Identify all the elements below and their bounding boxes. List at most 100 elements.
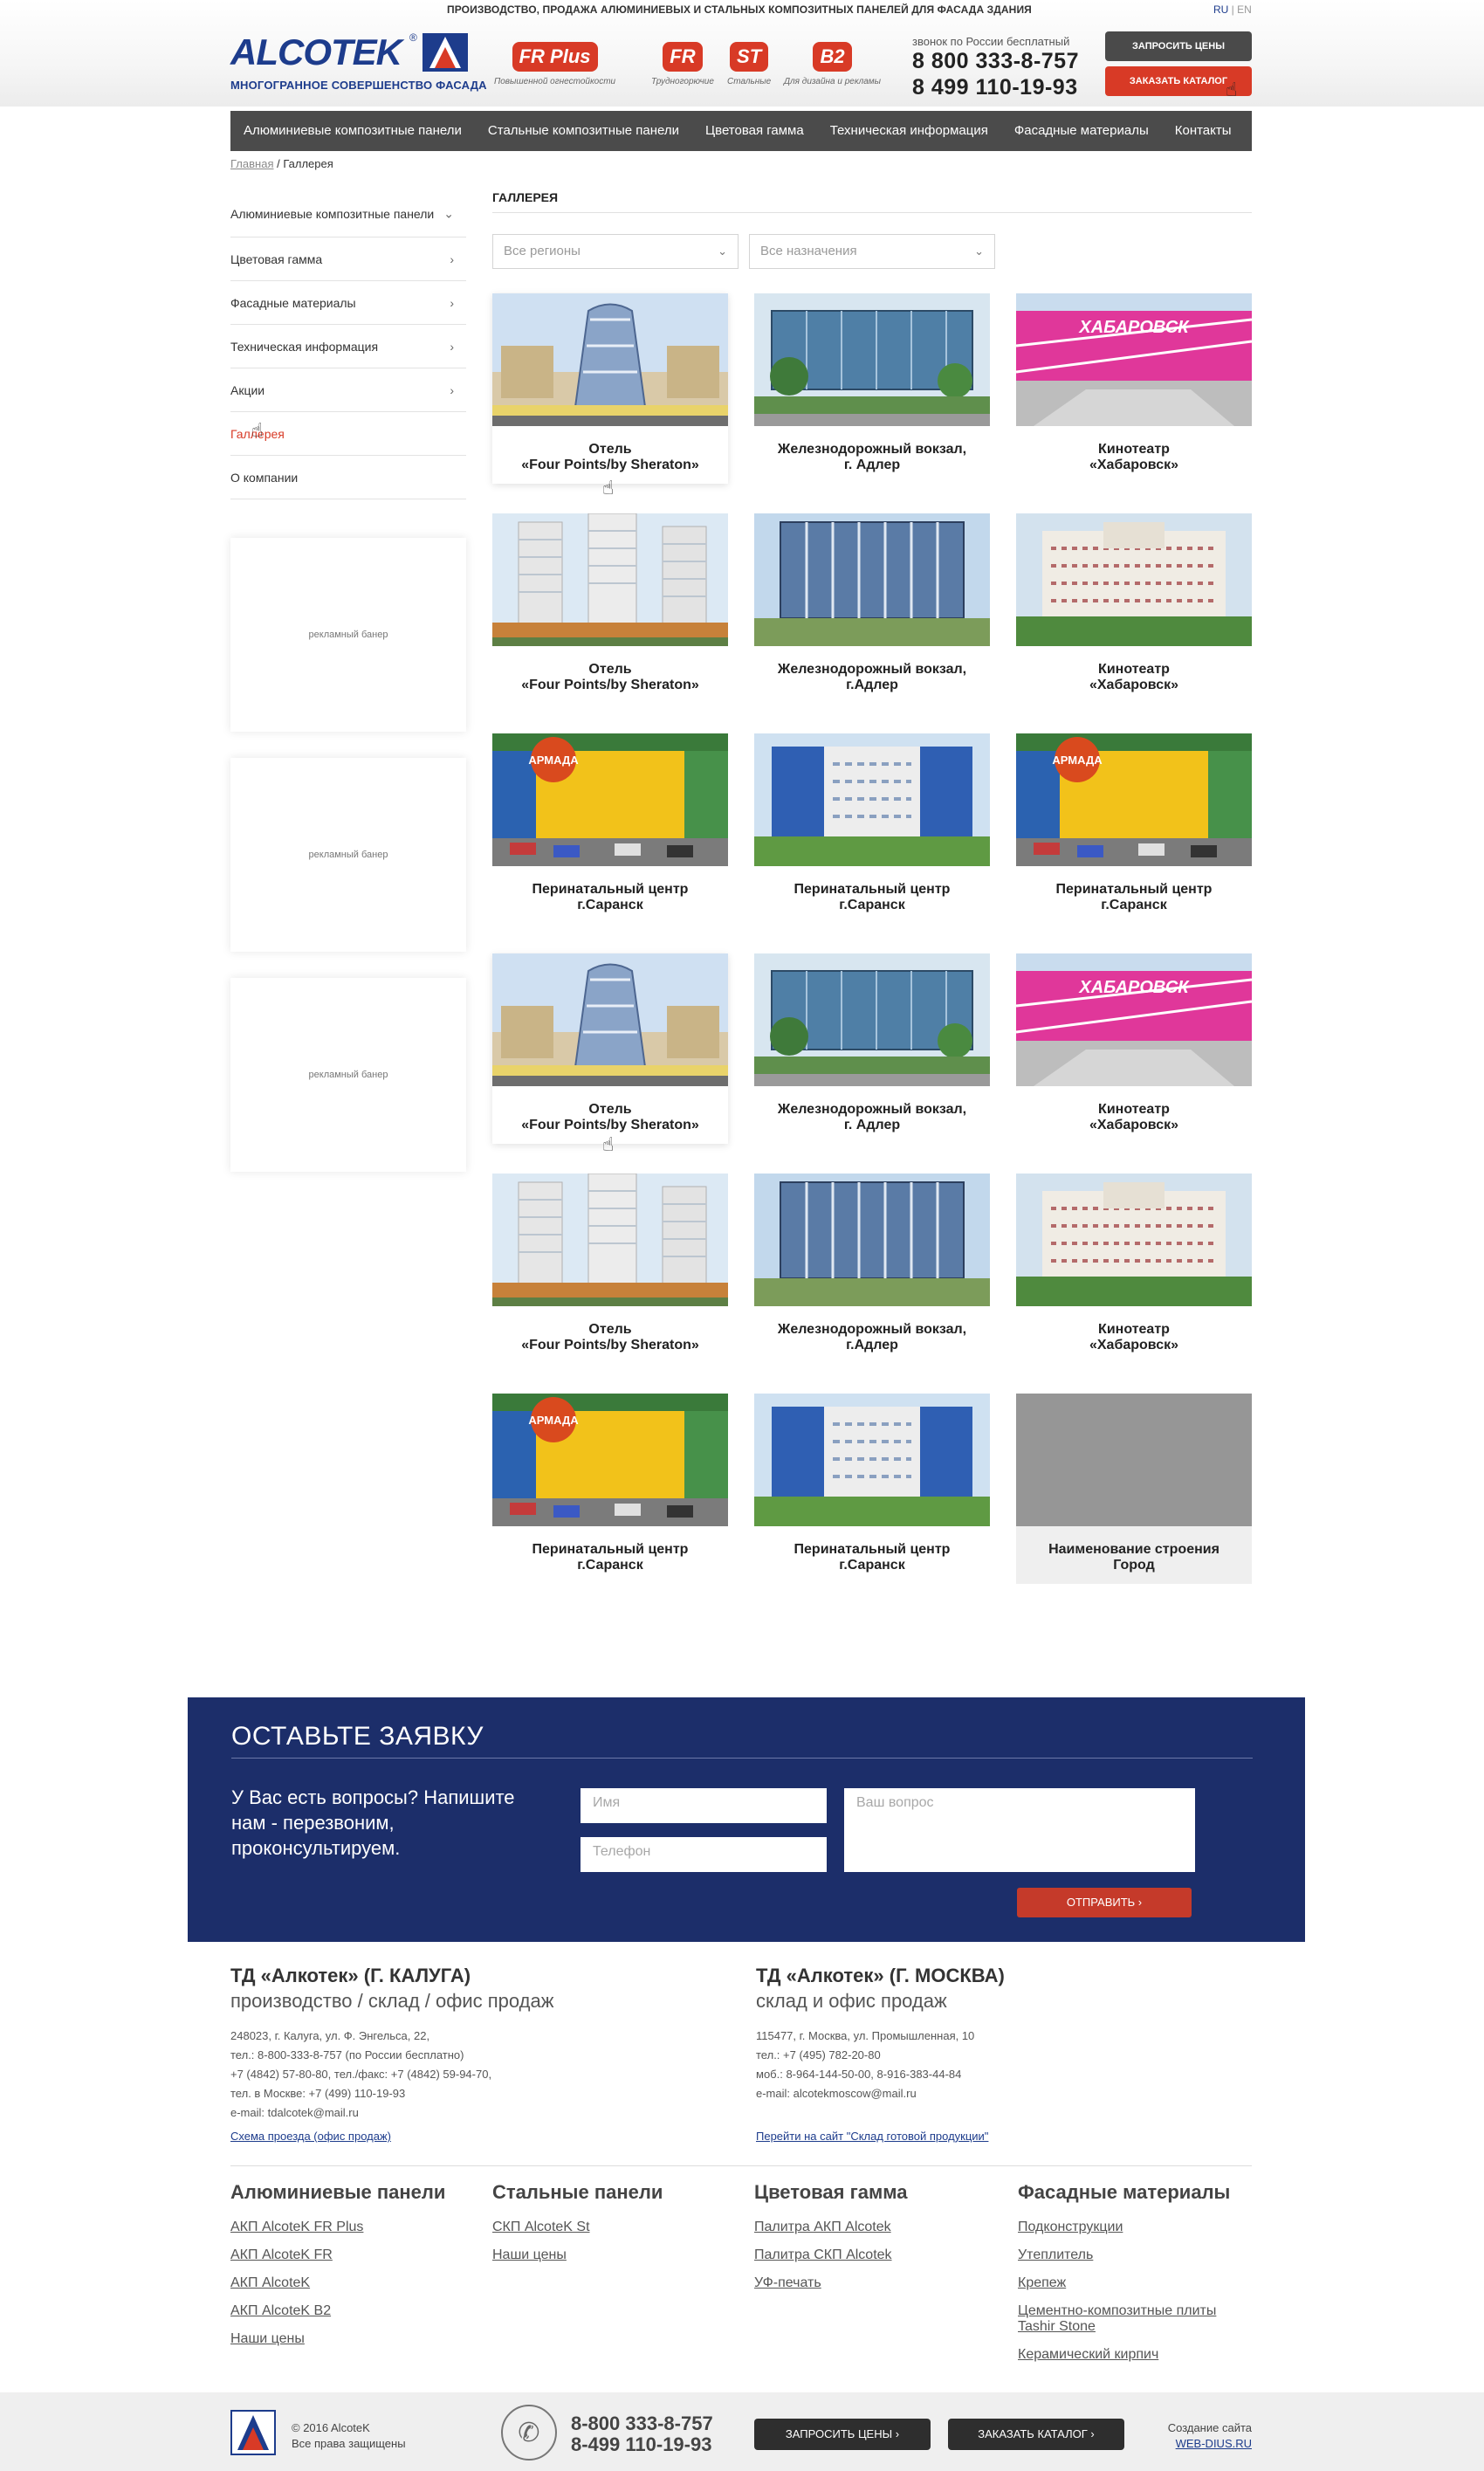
gallery-photo[interactable]: АРМАДА xyxy=(492,1394,728,1526)
gallery-caption[interactable]: Перинатальный центр г.Саранск xyxy=(492,1542,728,1573)
gallery-item[interactable]: Наименование строения Город xyxy=(1016,1394,1252,1584)
footer-phone[interactable]: 8-800 333-8-757 xyxy=(571,2413,713,2434)
gallery-caption[interactable]: Перинатальный центр г.Саранск xyxy=(754,882,990,913)
gallery-photo[interactable] xyxy=(492,293,728,426)
nav-item-tech[interactable]: Техническая информация xyxy=(817,111,1001,151)
gallery-item[interactable]: ХАБАРОВСК Кинотеатр «Хабаровск» xyxy=(1016,293,1252,484)
sidebar-item-colors[interactable]: Цветовая гамма › xyxy=(230,237,466,281)
question-textarea[interactable]: Ваш вопрос xyxy=(844,1788,1195,1872)
gallery-caption[interactable]: Перинатальный центр г.Саранск xyxy=(754,1542,990,1573)
region-select[interactable]: Все регионы ⌄ xyxy=(492,234,739,269)
gallery-item[interactable]: Отель «Four Points/by Sheraton» xyxy=(492,513,728,704)
gallery-item[interactable]: Отель «Four Points/by Sheraton» xyxy=(492,293,728,484)
gallery-item[interactable]: Железнодорожный вокзал, г. Адлер xyxy=(754,953,990,1144)
gallery-item[interactable]: Железнодорожный вокзал, г. Адлер xyxy=(754,293,990,484)
sidebar-item-aluminium[interactable]: Алюминиевые композитные панели ⌄ xyxy=(230,190,466,237)
nav-item-steel[interactable]: Стальные композитные панели xyxy=(475,111,692,151)
warehouse-site-link[interactable]: Перейти на сайт "Склад готовой продукции… xyxy=(756,2130,1245,2143)
gallery-photo[interactable] xyxy=(1016,513,1252,646)
gallery-item[interactable]: Кинотеатр «Хабаровск» xyxy=(1016,513,1252,704)
footer-link[interactable]: Палитра СКП Alcotek xyxy=(754,2247,1007,2263)
footer-link[interactable]: Цементно-композитные плиты Tashir Stone xyxy=(1018,2303,1254,2335)
gallery-caption[interactable]: Железнодорожный вокзал, г.Адлер xyxy=(754,662,990,693)
gallery-photo[interactable]: АРМАДА xyxy=(492,733,728,866)
footer-link[interactable]: АКП AlcoteK FR xyxy=(230,2247,484,2263)
gallery-photo[interactable] xyxy=(492,953,728,1086)
badge-fr[interactable]: FR Трудногорючие xyxy=(651,42,714,86)
badge-st[interactable]: ST Стальные xyxy=(727,42,771,86)
footer-link[interactable]: Наши цены xyxy=(230,2331,484,2347)
gallery-photo[interactable] xyxy=(492,513,728,646)
site-logo[interactable]: ALCOTEK ® МНОГОГРАННОЕ СОВЕРШЕНСТВО ФАСА… xyxy=(230,31,487,94)
gallery-item[interactable]: АРМАДА Перинатальный центр г.Саранск xyxy=(492,733,728,924)
footer-link[interactable]: АКП AlcoteK xyxy=(230,2275,484,2291)
badge-b2[interactable]: B2 Для дизайна и рекламы xyxy=(784,42,881,86)
gallery-caption[interactable]: Кинотеатр «Хабаровск» xyxy=(1016,662,1252,693)
gallery-photo[interactable] xyxy=(1016,1394,1252,1526)
gallery-caption[interactable]: Отель «Four Points/by Sheraton» xyxy=(492,1102,728,1133)
gallery-caption[interactable]: Отель «Four Points/by Sheraton» xyxy=(492,662,728,693)
footer-link[interactable]: Палитра АКП Alcotek xyxy=(754,2220,1007,2235)
footer-request-prices-button[interactable]: ЗАПРОСИТЬ ЦЕНЫ › xyxy=(754,2419,931,2450)
gallery-photo[interactable] xyxy=(754,1394,990,1526)
gallery-item[interactable]: Железнодорожный вокзал, г.Адлер xyxy=(754,513,990,704)
send-button[interactable]: ОТПРАВИТЬ › xyxy=(1017,1888,1192,1917)
gallery-item[interactable]: Кинотеатр «Хабаровск» xyxy=(1016,1174,1252,1364)
gallery-item[interactable]: Перинатальный центр г.Саранск xyxy=(754,1394,990,1584)
gallery-photo[interactable] xyxy=(492,1174,728,1306)
gallery-caption[interactable]: Кинотеатр «Хабаровск» xyxy=(1016,1322,1252,1353)
gallery-photo[interactable]: АРМАДА xyxy=(1016,733,1252,866)
nav-item-facade[interactable]: Фасадные материалы xyxy=(1001,111,1162,151)
nav-item-aluminium[interactable]: Алюминиевые композитные панели xyxy=(230,111,475,151)
gallery-item[interactable]: Перинатальный центр г.Саранск xyxy=(754,733,990,924)
gallery-caption[interactable]: Кинотеатр «Хабаровск» xyxy=(1016,1102,1252,1133)
gallery-photo[interactable] xyxy=(1016,1174,1252,1306)
footer-link[interactable]: СКП AlcoteK St xyxy=(492,2220,745,2235)
gallery-caption[interactable]: Отель «Four Points/by Sheraton» xyxy=(492,1322,728,1353)
gallery-caption[interactable]: Отель «Four Points/by Sheraton» xyxy=(492,442,728,473)
nav-item-contacts[interactable]: Контакты xyxy=(1162,111,1245,151)
footer-link[interactable]: Утеплитель xyxy=(1018,2247,1254,2263)
phone-moscow[interactable]: 8 499 110-19-93 xyxy=(912,74,1079,100)
developer-link[interactable]: WEB-DIUS.RU xyxy=(1176,2437,1252,2450)
nav-item-colors[interactable]: Цветовая гамма xyxy=(692,111,817,151)
phone-free[interactable]: 8 800 333-8-757 xyxy=(912,48,1079,74)
gallery-photo[interactable] xyxy=(754,1174,990,1306)
gallery-photo[interactable] xyxy=(754,513,990,646)
gallery-photo[interactable]: ХАБАРОВСК xyxy=(1016,953,1252,1086)
footer-link[interactable]: Крепеж xyxy=(1018,2275,1254,2291)
gallery-photo[interactable] xyxy=(754,293,990,426)
ad-banner[interactable]: рекламный банер xyxy=(230,978,466,1172)
footer-link[interactable]: УФ-печать xyxy=(754,2275,1007,2291)
phone-input[interactable]: Телефон xyxy=(581,1837,827,1872)
sidebar-item-gallery[interactable]: Галлерея xyxy=(230,412,466,456)
gallery-caption[interactable]: Железнодорожный вокзал, г. Адлер xyxy=(754,1102,990,1133)
gallery-caption[interactable]: Перинатальный центр г.Саранск xyxy=(492,882,728,913)
footer-link[interactable]: АКП AlcoteK B2 xyxy=(230,2303,484,2319)
footer-link[interactable]: АКП AlcoteK FR Plus xyxy=(230,2220,484,2235)
name-input[interactable]: Имя xyxy=(581,1788,827,1823)
sidebar-item-promo[interactable]: Акции › xyxy=(230,368,466,412)
sidebar-item-facade[interactable]: Фасадные материалы › xyxy=(230,281,466,325)
sidebar-item-tech[interactable]: Техническая информация › xyxy=(230,325,466,368)
gallery-item[interactable]: Отель «Four Points/by Sheraton» xyxy=(492,953,728,1144)
route-map-link[interactable]: Схема проезда (офис продаж) xyxy=(230,2130,719,2143)
gallery-item[interactable]: Железнодорожный вокзал, г.Адлер xyxy=(754,1174,990,1364)
gallery-photo[interactable]: ХАБАРОВСК xyxy=(1016,293,1252,426)
footer-phone[interactable]: 8-499 110-19-93 xyxy=(571,2434,713,2455)
gallery-caption[interactable]: Наименование строения Город xyxy=(1016,1542,1252,1573)
footer-order-catalog-button[interactable]: ЗАКАЗАТЬ КАТАЛОГ › xyxy=(948,2419,1124,2450)
gallery-item[interactable]: АРМАДА Перинатальный центр г.Саранск xyxy=(492,1394,728,1584)
gallery-caption[interactable]: Железнодорожный вокзал, г.Адлер xyxy=(754,1322,990,1353)
gallery-caption[interactable]: Железнодорожный вокзал, г. Адлер xyxy=(754,442,990,473)
lang-en-link[interactable]: EN xyxy=(1237,3,1252,16)
gallery-photo[interactable] xyxy=(754,953,990,1086)
sidebar-item-about[interactable]: О компании xyxy=(230,456,466,499)
purpose-select[interactable]: Все назначения ⌄ xyxy=(749,234,995,269)
footer-link[interactable]: Подконструкции xyxy=(1018,2220,1254,2235)
footer-link[interactable]: Наши цены xyxy=(492,2247,745,2263)
badge-fr-plus[interactable]: FR Plus Повышенной огнестойкости xyxy=(494,42,615,86)
footer-link[interactable]: Керамический кирпич xyxy=(1018,2347,1254,2363)
breadcrumb-home[interactable]: Главная xyxy=(230,157,273,170)
gallery-photo[interactable] xyxy=(754,733,990,866)
